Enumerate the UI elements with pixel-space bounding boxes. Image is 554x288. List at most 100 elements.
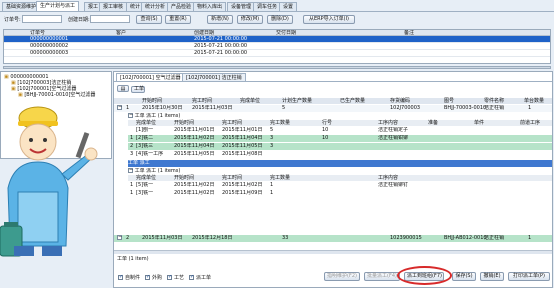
sub-qty: 3 bbox=[270, 135, 274, 141]
sub-unit: [3]铣三 bbox=[136, 143, 154, 149]
tab-transfer[interactable]: 调车任务 bbox=[253, 2, 282, 11]
table-row[interactable]: 1 [5]铣一 2015年11月02日 2015年11月02日 1 洁正柱销铆钉 bbox=[128, 182, 552, 189]
checkbox-purchased-label: 外购 bbox=[152, 275, 163, 281]
table-row[interactable]: 000000000002 2015-07-21 00:00:00 bbox=[4, 43, 550, 50]
cell-order: 000000000003 bbox=[30, 50, 69, 56]
cell-order: 000000000002 bbox=[30, 43, 69, 49]
table-row[interactable]: 2 [3]铣三 2015年11月04日 2015年11月05日 3 bbox=[128, 143, 552, 150]
tab-review[interactable]: 报工审核 bbox=[99, 2, 128, 11]
order-input[interactable] bbox=[22, 15, 62, 23]
folder-icon: ▣ bbox=[11, 86, 16, 92]
subhdr-unit: 完成单位 bbox=[136, 120, 157, 126]
hdr-end: 完工时间 bbox=[192, 98, 213, 104]
checkbox-dispatch-label: 派工单 bbox=[196, 275, 212, 281]
save-button[interactable]: 保存(S) bbox=[452, 272, 476, 281]
item-count: 工单 (1 item) bbox=[117, 256, 149, 262]
panel-tab-filter[interactable]: [102J700001] 空气过滤器 bbox=[116, 73, 185, 81]
collapse-toggle-icon[interactable]: − bbox=[117, 235, 122, 240]
group-row[interactable]: 工单 派工 bbox=[128, 160, 552, 167]
toolbar-workorder[interactable]: 工单 bbox=[131, 86, 145, 93]
import-erp-button[interactable]: 从ERP导入订单(I) bbox=[303, 15, 355, 24]
collapse-button[interactable]: ▤ bbox=[117, 85, 129, 92]
collapse-toggle-icon[interactable]: − bbox=[128, 113, 133, 118]
subhdr-prev: 前道工序 bbox=[520, 120, 541, 126]
dispatch-panel: [102J700001] 空气过滤器 [102J700001] 洁正柱销 ▤ 工… bbox=[113, 71, 553, 288]
panel-tab-pin[interactable]: [102J700001] 洁正柱销 bbox=[182, 73, 246, 81]
hdr-unit: 完成单位 bbox=[240, 98, 261, 104]
table-row[interactable]: 000000000003 2015-07-21 00:00:00 bbox=[4, 50, 550, 57]
highlight-oval bbox=[397, 266, 452, 285]
table-row[interactable]: 1 [3]铣一 2015年11月02日 2015年11月09日 1 bbox=[128, 190, 552, 197]
sub-unit: [4]铣一工序 bbox=[136, 151, 164, 157]
tab-device[interactable]: 设备管理 bbox=[227, 2, 256, 11]
sub-qty: 3 bbox=[270, 143, 274, 149]
sub-content: 洁正柱销定子 bbox=[378, 127, 409, 133]
sub-unit: [2]铣二 bbox=[136, 135, 154, 141]
subhdr-end: 完工时间 bbox=[222, 120, 243, 126]
wo-index: 1 bbox=[126, 105, 130, 111]
wo-drawing: BHJJ-AB012-0010 bbox=[444, 235, 487, 241]
tab-stock[interactable]: 物料入库出 bbox=[193, 2, 227, 11]
table-row[interactable]: [1]刨一 2015年11月01日 2015年11月01日 5 10 洁正柱销定… bbox=[128, 127, 552, 134]
subhdr-content: 工序内容 bbox=[378, 175, 399, 181]
sub-start: 2015年11月04日 bbox=[174, 143, 215, 149]
tab-settings[interactable]: 设置 bbox=[279, 2, 298, 11]
sub-line: 10 bbox=[322, 135, 329, 141]
maintain-button[interactable]: 指明维护(F2) bbox=[324, 272, 360, 281]
table-row[interactable]: 1 [2]铣二 2015年11月02日 2015年11月04日 3 10 洁正柱… bbox=[128, 135, 552, 142]
checkbox-process[interactable] bbox=[167, 274, 172, 280]
sub-idx: 2 bbox=[130, 143, 134, 149]
child-group-label[interactable]: − 工单 派工 (1 items) bbox=[128, 113, 180, 120]
sub-unit: [5]铣一 bbox=[136, 182, 154, 188]
tab-analysis[interactable]: 统计分析 bbox=[141, 2, 170, 11]
subhdr-start: 开始时间 bbox=[174, 120, 195, 126]
wo-end: 2015年12月18日 bbox=[192, 235, 233, 241]
delete-button[interactable]: 删除(D) bbox=[267, 15, 293, 24]
sub-start: 2015年11月01日 bbox=[174, 127, 215, 133]
splitter[interactable] bbox=[3, 66, 551, 69]
undo-button[interactable]: 撤销(E) bbox=[480, 272, 504, 281]
checkbox-self-made[interactable] bbox=[118, 274, 123, 280]
wo-part: 洁正柱销 bbox=[484, 235, 505, 241]
horizontal-scrollbar[interactable] bbox=[114, 250, 552, 254]
wo-drawing: BHJJ-70003-0010 bbox=[444, 105, 487, 111]
date-input[interactable] bbox=[90, 15, 130, 23]
wo-start: 2015年10月30日 bbox=[142, 105, 183, 111]
subhdr-prep: 准备 bbox=[428, 120, 439, 126]
wo-qty: 1 bbox=[528, 105, 532, 111]
wo-code: 1023900015 bbox=[390, 235, 422, 241]
checkbox-process-label: 工艺 bbox=[174, 275, 185, 281]
wo-part: 洁正柱销 bbox=[484, 105, 505, 111]
table-row[interactable]: − 1 2015年10月30日 2015年11月03日 5 102J700003… bbox=[114, 105, 552, 112]
collapse-toggle-icon[interactable]: − bbox=[117, 105, 122, 110]
checkbox-dispatch[interactable] bbox=[189, 274, 194, 280]
subhdr-line: 行号 bbox=[322, 120, 333, 126]
edit-button[interactable]: 修改(M) bbox=[237, 15, 263, 24]
hdr-code: 存货编码 bbox=[390, 98, 411, 104]
subhdr-qty: 完工数量 bbox=[270, 175, 291, 181]
tab-basic[interactable]: 基础资源维护 bbox=[2, 2, 41, 11]
print-dispatch-button[interactable]: 打印派工单(P) bbox=[508, 272, 550, 281]
add-button[interactable]: 新增(N) bbox=[207, 15, 233, 24]
table-row[interactable]: − 2 2015年11月03日 2015年12月18日 33 102390001… bbox=[114, 235, 552, 242]
subhdr-start: 开始时间 bbox=[174, 175, 195, 181]
checkbox-purchased[interactable] bbox=[145, 274, 150, 280]
wo-start: 2015年11月03日 bbox=[142, 235, 183, 241]
date-label: 创建日期: bbox=[68, 17, 90, 23]
child-group-label[interactable]: − 工单 派工 (1 items) bbox=[128, 168, 180, 175]
reset-button[interactable]: 重置(R) bbox=[165, 15, 191, 24]
tab-plan[interactable]: 生产计划与派工 bbox=[36, 1, 80, 11]
collapse-toggle-icon[interactable]: − bbox=[128, 168, 133, 173]
sub-unit: [1]刨一 bbox=[136, 127, 154, 133]
batch-dispatch-button[interactable]: 批量派工(F4) bbox=[364, 272, 400, 281]
sub-idx: 1 bbox=[130, 190, 134, 196]
sub-header: 完成单位 开始时间 完工时间 完工数量 工序内容 bbox=[128, 175, 552, 181]
tab-inspect[interactable]: 产品检验 bbox=[167, 2, 196, 11]
table-row[interactable]: 3 [4]铣一工序 2015年11月05日 2015年11月08日 bbox=[128, 151, 552, 158]
sub-qty: 1 bbox=[270, 190, 274, 196]
sub-start: 2015年11月02日 bbox=[174, 182, 215, 188]
table-row[interactable]: 000000000001 2015-07-21 00:00:00 bbox=[4, 36, 550, 43]
query-button[interactable]: 查询(S) bbox=[136, 15, 162, 24]
subhdr-each: 单件 bbox=[474, 120, 485, 126]
sub-idx: 3 bbox=[130, 151, 134, 157]
